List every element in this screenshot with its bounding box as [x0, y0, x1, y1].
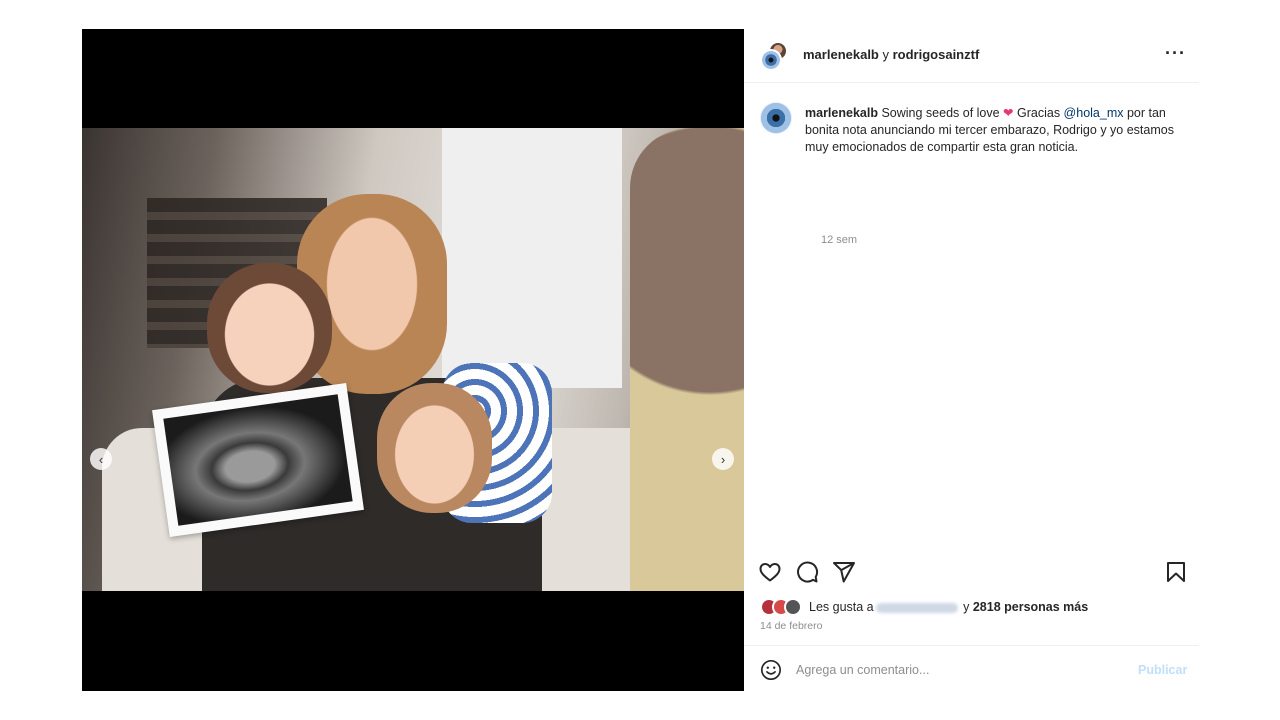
post-sidebar: marlenekalb y rodrigosainztf ··· marlene…	[744, 29, 1199, 691]
post-actions	[744, 549, 1199, 593]
post-photo[interactable]: ‹ ›	[82, 128, 744, 591]
more-options-button[interactable]: ···	[1165, 43, 1186, 64]
avatar	[784, 598, 802, 616]
photo-man	[630, 128, 744, 591]
authors-connector: y	[878, 47, 893, 62]
post-media[interactable]: ‹ ›	[82, 29, 744, 691]
likes-connector: y	[959, 600, 973, 614]
caption-timestamp: 12 sem	[821, 234, 858, 246]
photo-baby	[207, 263, 332, 393]
heart-emoji: ❤	[1003, 106, 1014, 120]
caption-text: marlenekalb Sowing seeds of love ❤ Graci…	[805, 105, 1185, 156]
chevron-left-icon: ‹	[98, 451, 104, 467]
photo-wall	[442, 128, 622, 388]
likes-text: Les gusta a y 2818 personas más	[809, 600, 1088, 614]
emoji-icon	[761, 660, 781, 680]
emoji-button[interactable]	[760, 659, 782, 681]
like-button[interactable]	[757, 559, 783, 585]
save-button[interactable]	[1163, 559, 1189, 585]
ultrasound-scan	[163, 394, 353, 526]
likes-prefix: Les gusta a	[809, 600, 874, 614]
share-icon	[833, 562, 855, 583]
avatar	[760, 49, 782, 71]
caption-username[interactable]: marlenekalb	[805, 106, 878, 120]
heart-icon	[759, 563, 781, 582]
share-button[interactable]	[831, 559, 857, 585]
carousel-next-button[interactable]: ›	[712, 448, 734, 470]
caption-part: Gracias	[1013, 106, 1064, 120]
post-authors: marlenekalb y rodrigosainztf	[803, 47, 979, 62]
more-icon: ···	[1165, 43, 1186, 63]
caption-part: Sowing seeds of love	[877, 106, 1004, 120]
bookmark-icon	[1167, 562, 1185, 582]
carousel-prev-button[interactable]: ‹	[90, 448, 112, 470]
post-header: marlenekalb y rodrigosainztf ···	[744, 29, 1199, 83]
comment-bar: Publicar	[744, 645, 1199, 691]
post-date: 14 de febrero	[760, 620, 823, 632]
photo-ultrasound	[152, 382, 364, 538]
comment-icon	[797, 561, 819, 583]
avatar[interactable]	[760, 102, 792, 134]
author-avatars[interactable]	[760, 41, 792, 73]
author-link[interactable]: rodrigosainztf	[893, 47, 980, 62]
liker-avatars	[760, 598, 804, 616]
caption-mention-link[interactable]: @hola_mx	[1064, 106, 1124, 120]
publish-button[interactable]: Publicar	[1138, 663, 1187, 677]
likes-summary[interactable]: Les gusta a y 2818 personas más	[760, 597, 1190, 617]
comment-input[interactable]	[796, 660, 1116, 680]
photo-girl	[377, 383, 492, 513]
likes-count-link[interactable]: 2818 personas más	[973, 600, 1088, 614]
comment-button[interactable]	[794, 559, 820, 585]
author-link[interactable]: marlenekalb	[803, 47, 879, 62]
chevron-right-icon: ›	[720, 451, 726, 467]
redacted-username[interactable]	[875, 602, 958, 613]
